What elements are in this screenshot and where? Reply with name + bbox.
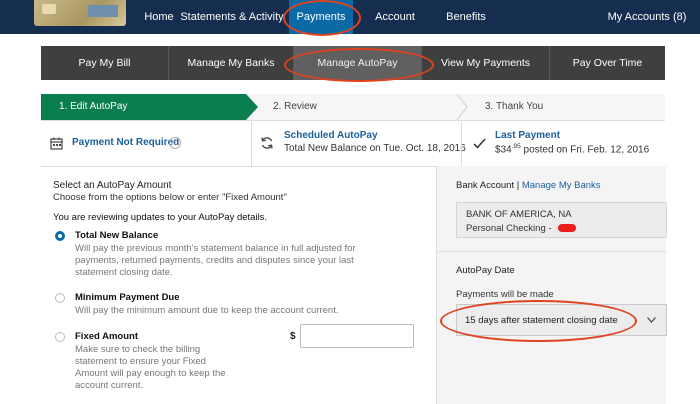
autopay-amount-panel: Select an AutoPay Amount Choose from the… bbox=[41, 166, 436, 404]
step-review: 2. Review bbox=[273, 101, 317, 112]
autopay-date-selected: 15 days after statement closing date bbox=[465, 315, 618, 326]
option-total-new-balance-title[interactable]: Total New Balance bbox=[75, 230, 158, 241]
option-total-new-balance-desc-3: statement closing date. bbox=[75, 267, 173, 278]
option-fixed-amount-title[interactable]: Fixed Amount bbox=[75, 331, 138, 342]
radio-total-new-balance[interactable] bbox=[55, 231, 65, 241]
bank-account-panel: Bank Account | Manage My Banks BANK OF A… bbox=[436, 166, 667, 404]
bank-type: Personal Checking - bbox=[466, 223, 555, 234]
info-icon[interactable]: i bbox=[169, 137, 181, 149]
option-fixed-amount-desc-2: statement to ensure your Fixed bbox=[75, 356, 206, 367]
reviewing-notice: You are reviewing updates to your AutoPa… bbox=[53, 212, 268, 223]
nav-statements-activity[interactable]: Statements & Activity bbox=[178, 0, 286, 34]
option-fixed-amount-desc-3: Amount will pay enough to keep the bbox=[75, 368, 226, 379]
payments-sub-nav: Pay My Bill Manage My Banks Manage AutoP… bbox=[41, 46, 665, 80]
option-total-new-balance-desc-2: payments, returned payments, credits and… bbox=[75, 255, 354, 266]
autopay-amount-title: Select an AutoPay Amount bbox=[53, 180, 172, 191]
manage-my-banks-link[interactable]: Manage My Banks bbox=[522, 180, 601, 191]
option-fixed-amount-desc-4: account current. bbox=[75, 380, 144, 391]
bank-type-row: Personal Checking - bbox=[466, 223, 577, 234]
autopay-date-select[interactable]: 15 days after statement closing date bbox=[456, 304, 667, 336]
top-nav: Home Statements & Activity Payments Acco… bbox=[0, 0, 700, 57]
card-image bbox=[34, 0, 126, 26]
step-thank-you: 3. Thank You bbox=[485, 101, 544, 112]
bank-account-label: Bank Account bbox=[456, 180, 515, 191]
subnav-manage-my-banks[interactable]: Manage My Banks bbox=[169, 46, 294, 80]
bank-name: BANK OF AMERICA, NA bbox=[466, 209, 572, 220]
card-brand-icon bbox=[88, 5, 118, 17]
calendar-icon bbox=[50, 137, 63, 150]
bank-account-box[interactable]: BANK OF AMERICA, NA Personal Checking - bbox=[456, 202, 667, 238]
option-minimum-payment-desc: Will pay the minimum amount due to keep … bbox=[75, 305, 339, 316]
subnav-view-my-payments[interactable]: View My Payments bbox=[422, 46, 550, 80]
refresh-icon bbox=[261, 137, 273, 149]
currency-symbol: $ bbox=[290, 331, 296, 342]
panel-divider bbox=[437, 251, 666, 252]
option-total-new-balance-desc-1: Will pay the previous month's statement … bbox=[75, 243, 356, 254]
scheduled-autopay-text: Total New Balance on Tue. Oct. 18, 2016 bbox=[284, 143, 466, 154]
option-fixed-amount-desc-1: Make sure to check the billing bbox=[75, 344, 201, 355]
card-chip-icon bbox=[42, 4, 56, 14]
progress-steps: 1. Edit AutoPay 2. Review 3. Thank You bbox=[41, 94, 665, 121]
last-payment-link[interactable]: Last Payment bbox=[495, 130, 560, 141]
step-edit-autopay: 1. Edit AutoPay bbox=[41, 94, 246, 120]
scheduled-autopay-cell: Scheduled AutoPay Total New Balance on T… bbox=[251, 122, 466, 166]
subnav-pay-over-time[interactable]: Pay Over Time bbox=[550, 46, 665, 80]
last-payment-amount: $34 bbox=[495, 144, 512, 156]
payments-will-be-made-label: Payments will be made bbox=[456, 289, 554, 300]
last-payment-cents: .95 bbox=[511, 143, 521, 150]
subnav-manage-autopay[interactable]: Manage AutoPay bbox=[294, 46, 422, 80]
step-chevron-icon bbox=[456, 94, 468, 120]
last-payment-date: posted on Fri. Feb. 12, 2016 bbox=[520, 144, 650, 156]
scheduled-autopay-link[interactable]: Scheduled AutoPay bbox=[284, 130, 378, 141]
nav-payments[interactable]: Payments bbox=[289, 0, 353, 34]
nav-account-services[interactable]: Account Services bbox=[356, 0, 434, 57]
autopay-date-title: AutoPay Date bbox=[456, 265, 515, 276]
last-payment-cell: Last Payment $34.95 posted on Fri. Feb. … bbox=[461, 122, 665, 166]
radio-fixed-amount[interactable] bbox=[55, 332, 65, 342]
redacted-account-number bbox=[558, 224, 577, 233]
bank-account-label-row: Bank Account | Manage My Banks bbox=[456, 180, 601, 191]
subnav-pay-my-bill[interactable]: Pay My Bill bbox=[41, 46, 169, 80]
option-minimum-payment-title[interactable]: Minimum Payment Due bbox=[75, 292, 180, 303]
payment-not-required-link[interactable]: Payment Not Required bbox=[72, 137, 179, 148]
nav-home[interactable]: Home bbox=[140, 0, 178, 34]
checkmark-icon bbox=[473, 138, 486, 149]
autopay-amount-subtitle: Choose from the options below or enter "… bbox=[53, 192, 287, 203]
autopay-info-bar: Payment Not Required i Scheduled AutoPay… bbox=[41, 122, 665, 167]
payment-not-required-cell: Payment Not Required i bbox=[41, 122, 251, 166]
fixed-amount-input[interactable] bbox=[300, 324, 414, 348]
bank-separator: | bbox=[514, 180, 522, 191]
step-arrow-icon bbox=[246, 94, 258, 120]
nav-benefits[interactable]: Benefits bbox=[443, 0, 489, 34]
last-payment-text: $34.95 posted on Fri. Feb. 12, 2016 bbox=[495, 143, 649, 155]
nav-my-accounts[interactable]: My Accounts (8) bbox=[602, 0, 692, 34]
chevron-down-icon bbox=[647, 317, 656, 323]
radio-minimum-payment-due[interactable] bbox=[55, 293, 65, 303]
